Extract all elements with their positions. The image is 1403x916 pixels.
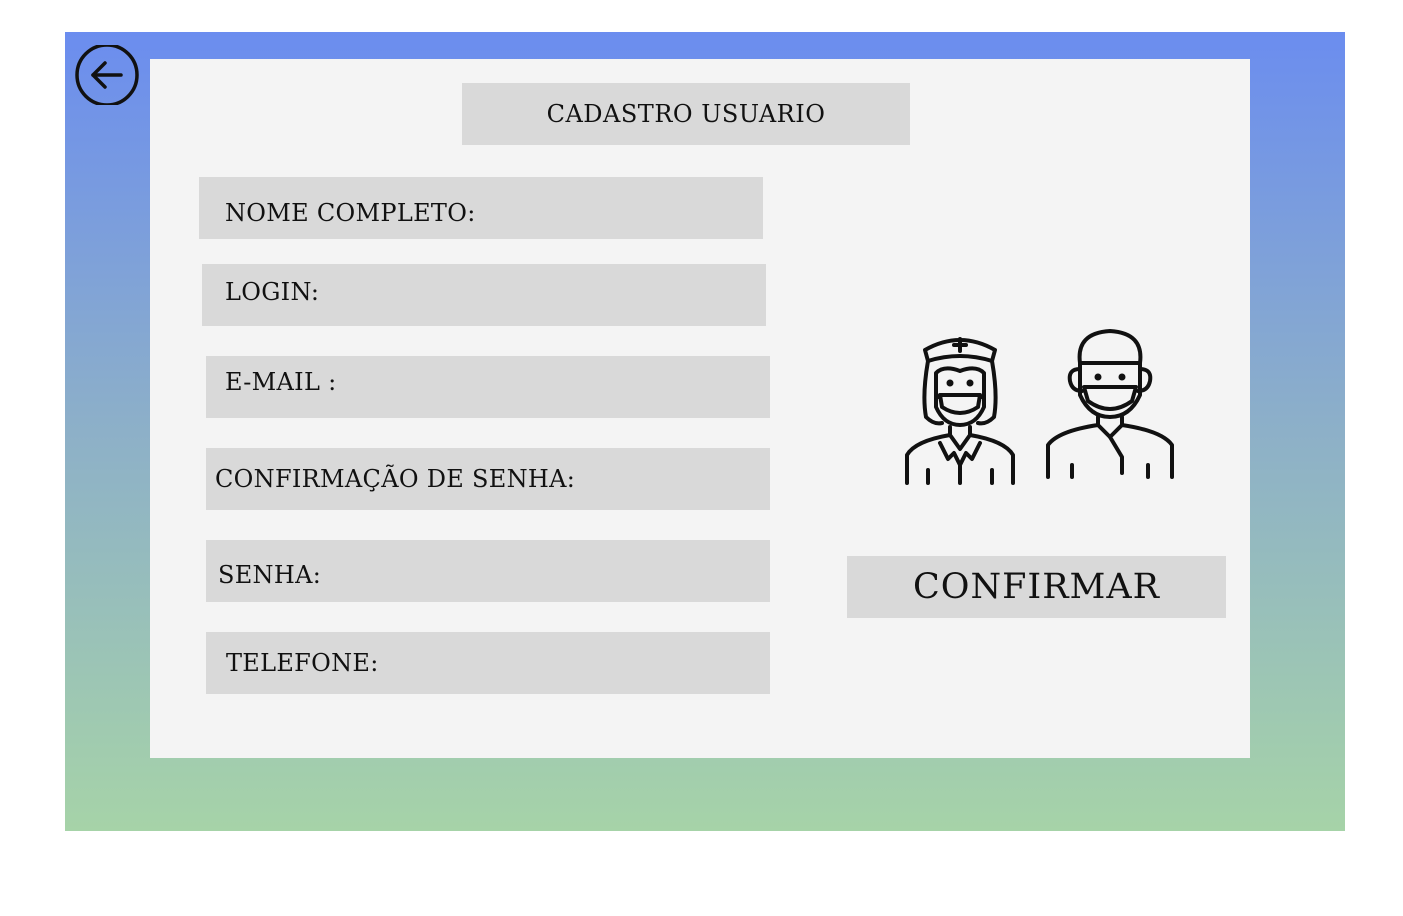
login-label: LOGIN: xyxy=(225,278,320,306)
back-arrow-icon xyxy=(75,43,139,107)
senha-label: SENHA: xyxy=(218,561,322,589)
email-field[interactable]: E-MAIL : xyxy=(206,356,770,418)
nurse-icon xyxy=(905,337,1015,485)
medical-staff-icon xyxy=(905,329,1174,485)
nome-completo-label: NOME COMPLETO: xyxy=(225,199,476,227)
senha-field[interactable]: SENHA: xyxy=(206,540,770,602)
confirm-button[interactable]: CONFIRMAR xyxy=(847,556,1226,618)
telefone-field[interactable]: TELEFONE: xyxy=(206,632,770,694)
page-title: CADASTRO USUARIO xyxy=(462,83,910,145)
confirmacao-senha-label: CONFIRMAÇÃO DE SENHA: xyxy=(215,465,576,493)
doctor-icon xyxy=(1046,329,1174,479)
back-button[interactable] xyxy=(75,43,139,107)
confirmacao-senha-field[interactable]: CONFIRMAÇÃO DE SENHA: xyxy=(206,448,770,510)
login-field[interactable]: LOGIN: xyxy=(202,264,766,326)
email-label: E-MAIL : xyxy=(225,368,337,396)
nome-completo-field[interactable]: NOME COMPLETO: xyxy=(199,177,763,239)
telefone-label: TELEFONE: xyxy=(226,649,379,677)
